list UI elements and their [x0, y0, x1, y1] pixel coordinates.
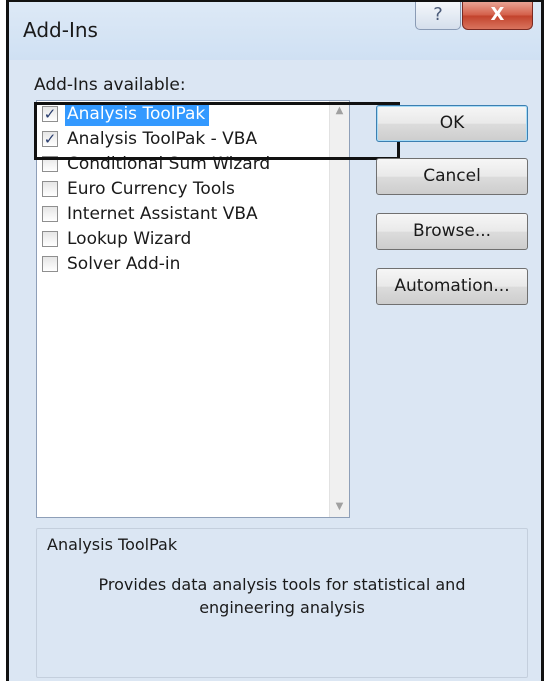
listbox-scrollbar[interactable]: ▲ ▼ — [329, 101, 349, 517]
list-item-analysis-toolpak-vba[interactable]: ✓ Analysis ToolPak - VBA — [39, 128, 327, 153]
checkbox-euro-currency-tools[interactable] — [42, 181, 58, 197]
dialog-title: Add-Ins — [23, 18, 98, 42]
list-item-solver-add-in[interactable]: Solver Add-in — [39, 253, 327, 278]
list-item-label: Lookup Wizard — [67, 229, 192, 249]
checkbox-analysis-toolpak-vba[interactable]: ✓ — [42, 131, 58, 147]
dialog-body: Add-Ins available: ✓ Analysis ToolPak ✓ … — [9, 60, 541, 681]
list-item-label: Solver Add-in — [67, 254, 181, 274]
ok-button[interactable]: OK — [376, 105, 528, 142]
help-icon: ? — [433, 4, 443, 25]
list-item-euro-currency-tools[interactable]: Euro Currency Tools — [39, 178, 327, 203]
list-item-label: Euro Currency Tools — [67, 179, 235, 199]
list-item-label: Analysis ToolPak — [65, 103, 210, 126]
list-item-internet-assistant-vba[interactable]: Internet Assistant VBA — [39, 203, 327, 228]
checkbox-lookup-wizard[interactable] — [42, 231, 58, 247]
check-icon: ✓ — [43, 105, 57, 123]
checkbox-analysis-toolpak[interactable]: ✓ — [42, 106, 58, 122]
list-item-lookup-wizard[interactable]: Lookup Wizard — [39, 228, 327, 253]
automation-button[interactable]: Automation... — [376, 268, 528, 305]
add-ins-listbox[interactable]: ✓ Analysis ToolPak ✓ Analysis ToolPak - … — [36, 100, 350, 518]
description-text: Provides data analysis tools for statist… — [98, 575, 466, 617]
add-ins-available-label: Add-Ins available: — [34, 75, 186, 95]
help-button[interactable]: ? — [415, 2, 461, 30]
title-bar[interactable]: Add-Ins ? X — [9, 2, 541, 60]
scroll-down-icon[interactable]: ▼ — [330, 497, 349, 517]
checkbox-internet-assistant-vba[interactable] — [42, 206, 58, 222]
check-icon: ✓ — [43, 130, 57, 148]
cancel-button[interactable]: Cancel — [376, 158, 528, 195]
list-item-analysis-toolpak[interactable]: ✓ Analysis ToolPak — [39, 103, 327, 128]
list-item-label: Analysis ToolPak - VBA — [67, 129, 258, 149]
list-item-label: Internet Assistant VBA — [67, 204, 258, 224]
description-title: Analysis ToolPak — [47, 535, 178, 554]
checkbox-solver-add-in[interactable] — [42, 256, 58, 272]
description-group: Analysis ToolPak Provides data analysis … — [36, 528, 528, 678]
list-item-conditional-sum-wizard[interactable]: Conditional Sum Wizard — [39, 153, 327, 178]
list-item-label: Conditional Sum Wizard — [67, 154, 271, 174]
scroll-up-icon[interactable]: ▲ — [330, 101, 349, 121]
add-ins-dialog: Add-Ins ? X Add-Ins available: ✓ Analysi… — [6, 0, 544, 681]
browse-button[interactable]: Browse... — [376, 213, 528, 250]
checkbox-conditional-sum-wizard[interactable] — [42, 156, 58, 172]
close-icon: X — [490, 4, 505, 25]
close-button[interactable]: X — [462, 2, 533, 30]
